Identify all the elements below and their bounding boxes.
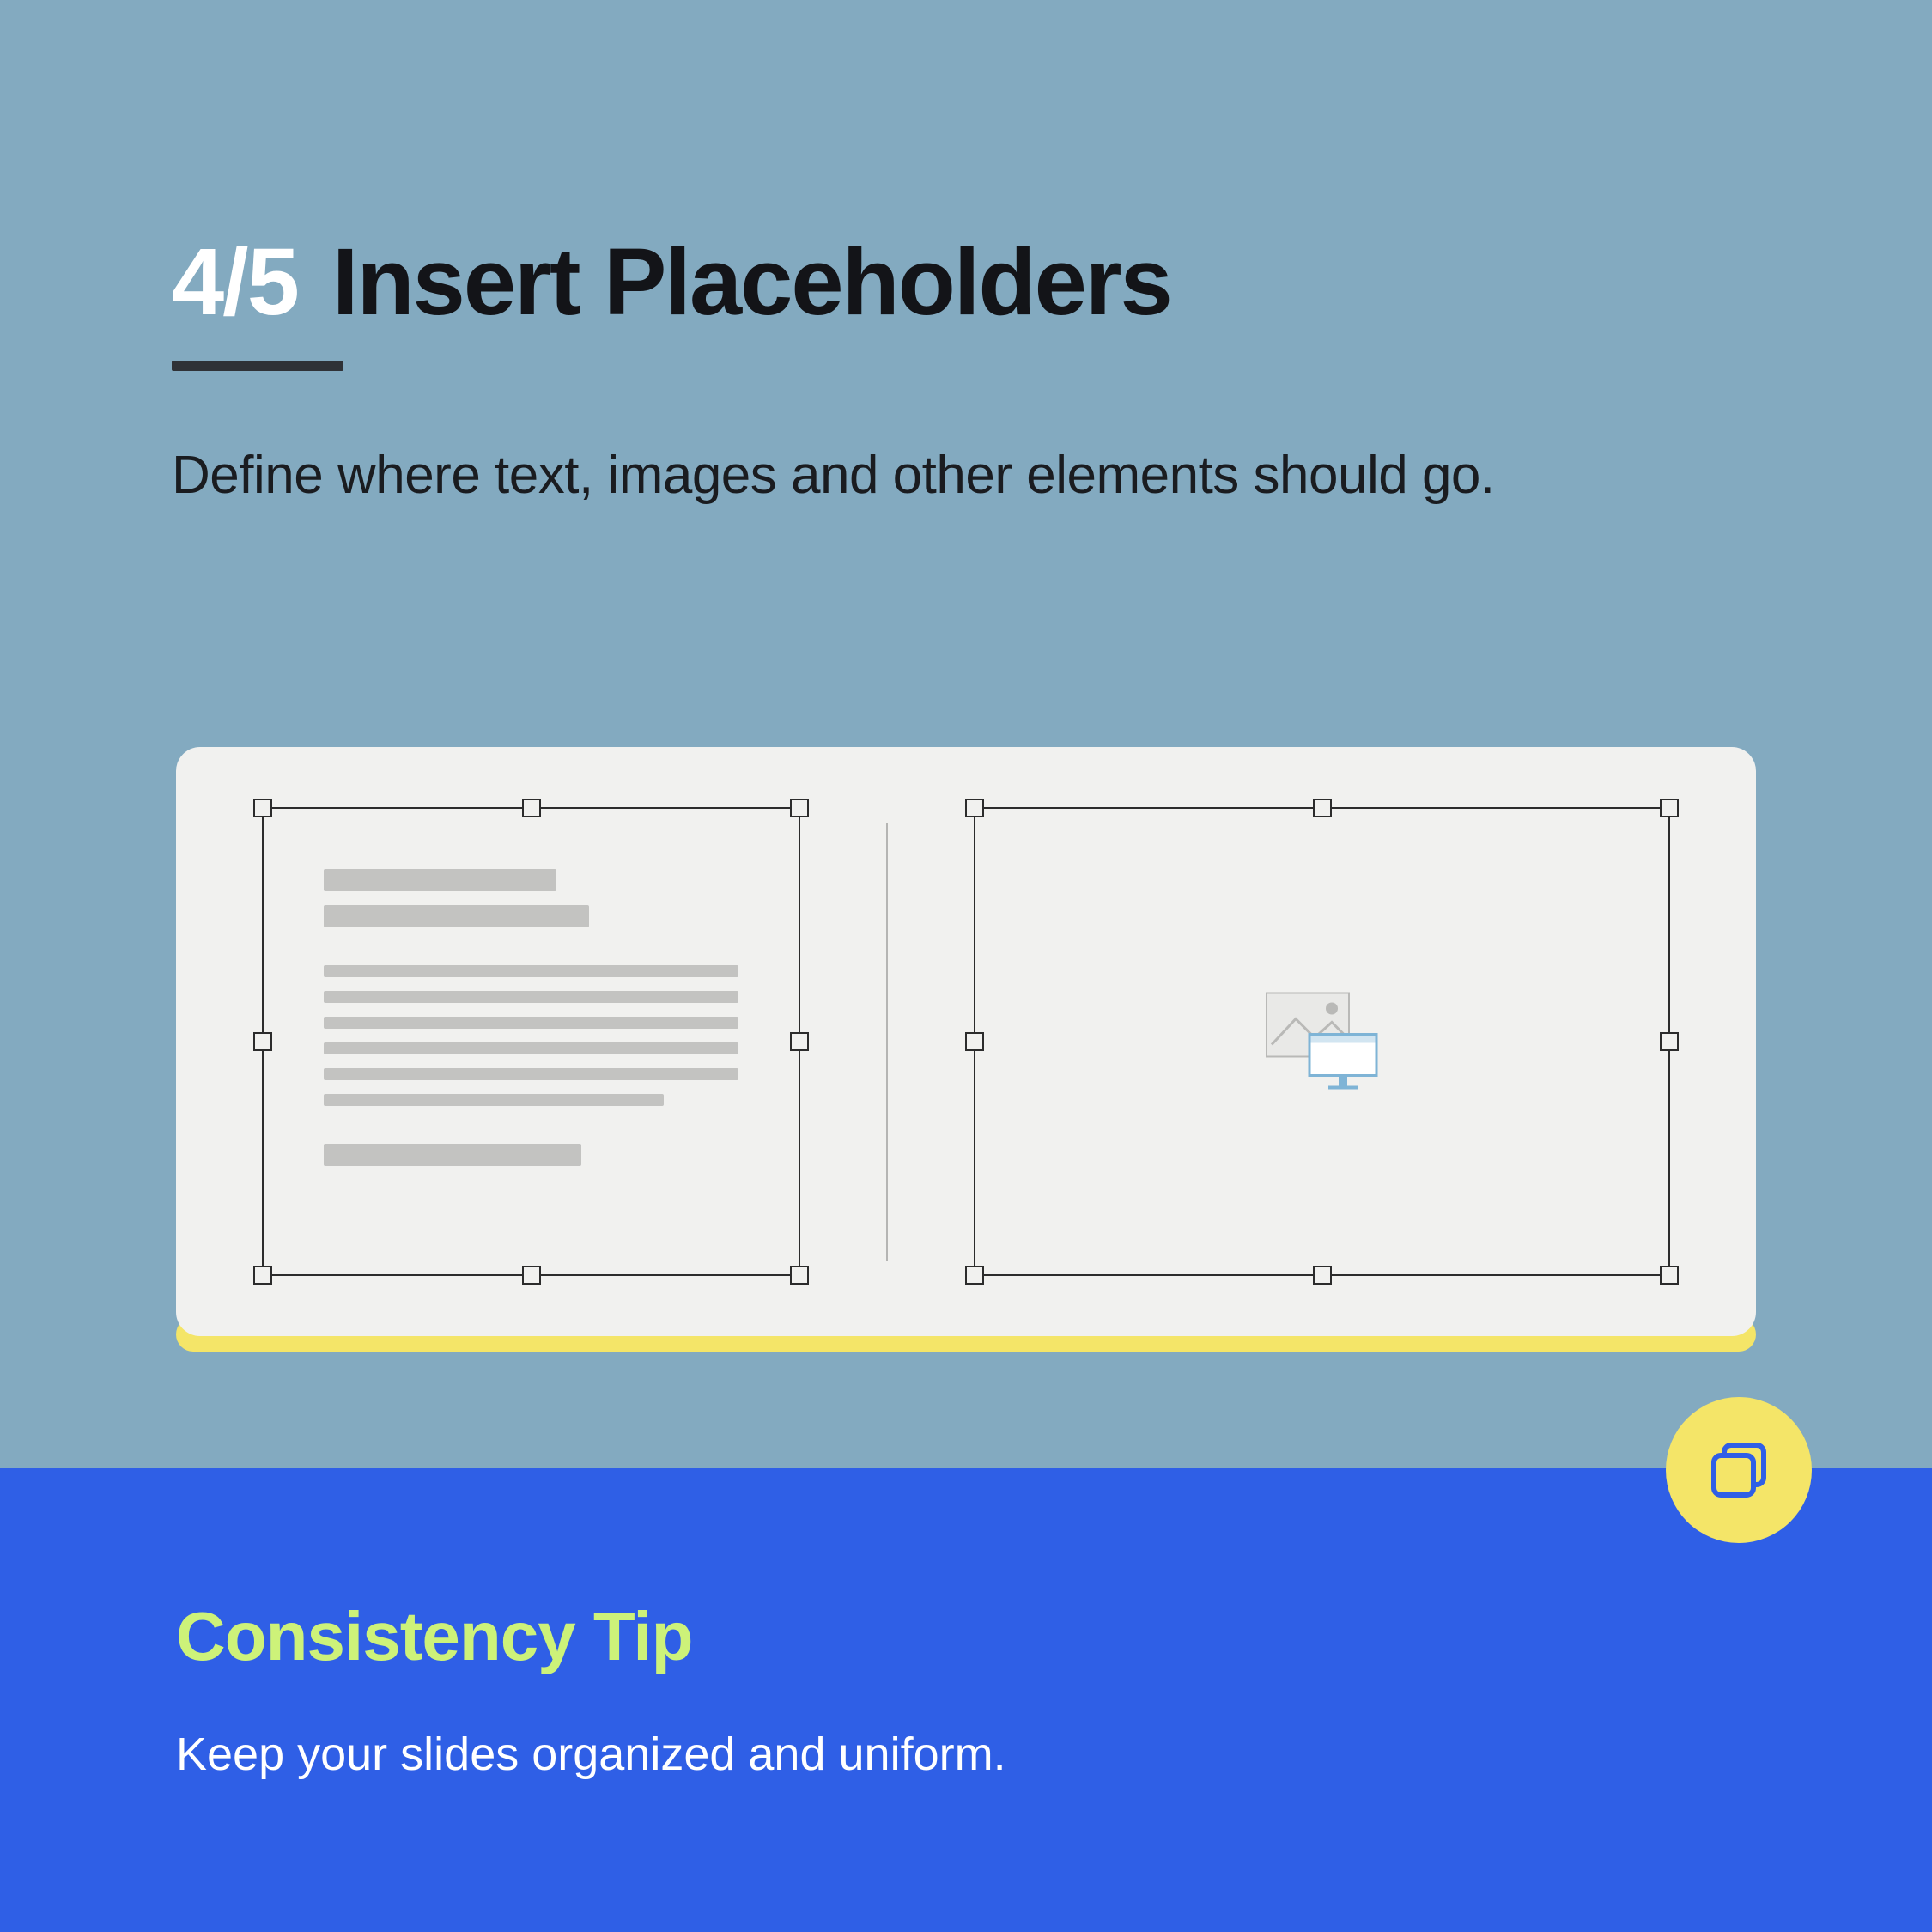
text-placeholder-icon — [324, 869, 738, 1166]
image-placeholder-icon — [1258, 988, 1387, 1096]
resize-handle-icon — [790, 1032, 809, 1051]
resize-handle-icon — [253, 799, 272, 817]
placeholder-line — [324, 1017, 738, 1029]
text-placeholder-box — [262, 807, 800, 1276]
resize-handle-icon — [1313, 799, 1332, 817]
resize-handle-icon — [965, 799, 984, 817]
step-title: Insert Placeholders — [332, 228, 1171, 337]
resize-handle-icon — [790, 799, 809, 817]
resize-handle-icon — [1313, 1266, 1332, 1285]
resize-handle-icon — [965, 1266, 984, 1285]
resize-handle-icon — [965, 1032, 984, 1051]
resize-handle-icon — [522, 1266, 541, 1285]
placeholder-line — [324, 905, 589, 927]
step-subtitle: Define where text, images and other elem… — [172, 440, 1495, 512]
tip-heading: Consistency Tip — [176, 1597, 1932, 1676]
resize-handle-icon — [1660, 1266, 1679, 1285]
tip-badge — [1666, 1397, 1812, 1543]
card-surface — [176, 747, 1756, 1336]
resize-handle-icon — [253, 1032, 272, 1051]
step-counter: 4/5 — [172, 228, 298, 337]
placeholder-line — [324, 965, 738, 977]
resize-handle-icon — [790, 1266, 809, 1285]
placeholder-line — [324, 1094, 664, 1106]
placeholder-line — [324, 1042, 738, 1054]
step-heading: 4/5 Insert Placeholders — [172, 228, 1495, 337]
layers-icon — [1702, 1433, 1776, 1507]
resize-handle-icon — [522, 799, 541, 817]
resize-handle-icon — [1660, 1032, 1679, 1051]
vertical-divider — [886, 823, 888, 1261]
resize-handle-icon — [253, 1266, 272, 1285]
placeholder-line — [324, 1144, 581, 1166]
tip-panel: Consistency Tip Keep your slides organiz… — [0, 1468, 1932, 1932]
placeholder-line — [324, 1068, 738, 1080]
resize-handle-icon — [1660, 799, 1679, 817]
tip-body: Keep your slides organized and uniform. — [176, 1728, 1932, 1781]
placeholder-line — [324, 869, 556, 891]
placeholder-line — [324, 991, 738, 1003]
image-placeholder-box — [974, 807, 1670, 1276]
illustration-card — [176, 747, 1756, 1336]
slide-page: 4/5 Insert Placeholders Define where tex… — [0, 0, 1932, 1932]
header-block: 4/5 Insert Placeholders Define where tex… — [172, 228, 1495, 512]
